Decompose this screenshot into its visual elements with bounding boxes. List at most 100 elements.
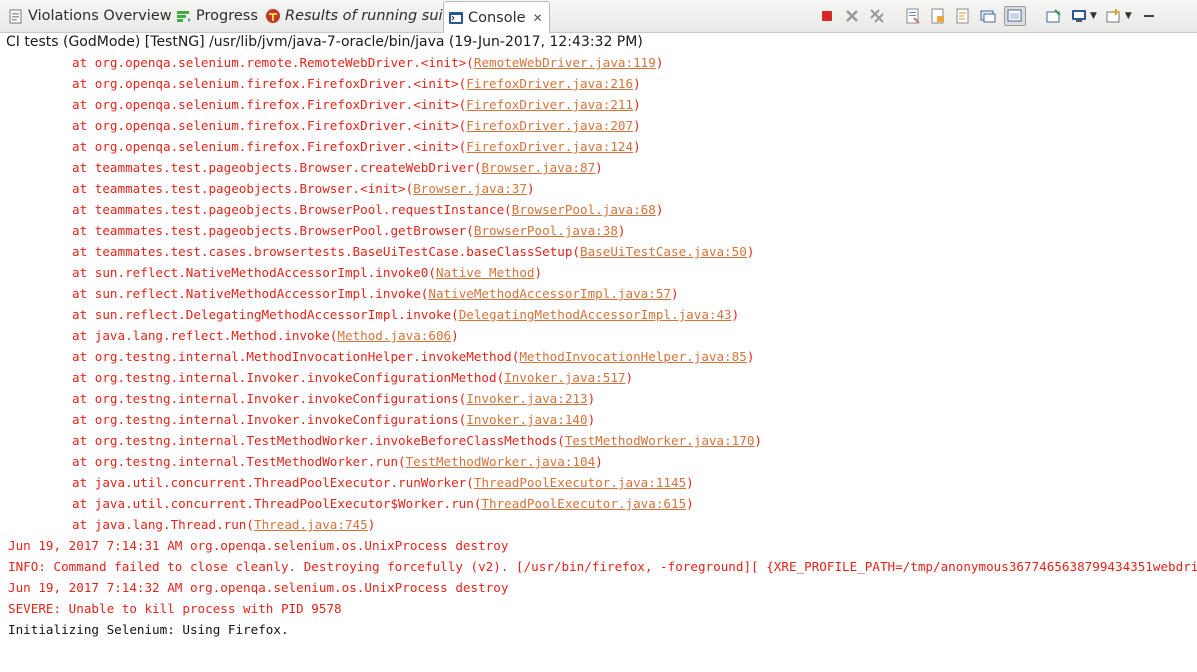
source-link[interactable]: BaseUiTestCase.java:50	[580, 244, 747, 259]
stack-trace-line: at org.testng.internal.Invoker.invokeCon…	[8, 388, 595, 409]
tab-progress[interactable]: Progress	[176, 1, 258, 31]
source-link[interactable]: TestMethodWorker.java:170	[565, 433, 755, 448]
stack-frame-end: )	[617, 223, 626, 238]
stderr-text: INFO: Command failed to close cleanly. D…	[8, 559, 1197, 574]
close-tab-icon[interactable]: ✕	[533, 12, 543, 24]
source-link[interactable]: Invoker.java:213	[466, 391, 587, 406]
word-wrap-icon[interactable]	[954, 7, 972, 25]
stack-trace-line: at org.testng.internal.Invoker.invokeCon…	[8, 409, 595, 430]
stack-frame-text: at teammates.test.pageobjects.BrowserPoo…	[72, 223, 474, 238]
stack-trace-line: at teammates.test.pageobjects.BrowserPoo…	[8, 199, 663, 220]
clear-console-icon[interactable]	[904, 7, 922, 25]
stack-frame-text: at java.util.concurrent.ThreadPoolExecut…	[72, 475, 474, 490]
source-link[interactable]: ThreadPoolExecutor.java:1145	[474, 475, 686, 490]
remove-launch-icon[interactable]	[843, 7, 861, 25]
stack-frame-end: )	[686, 475, 694, 490]
stack-trace-line: at sun.reflect.NativeMethodAccessorImpl.…	[8, 283, 679, 304]
show-on-stdout-icon[interactable]	[979, 7, 997, 25]
stack-frame-end: )	[633, 76, 641, 91]
stack-trace-line: at teammates.test.cases.browsertests.Bas…	[8, 241, 754, 262]
stack-trace-line: at org.testng.internal.TestMethodWorker.…	[8, 430, 762, 451]
tab-console[interactable]: Console ✕	[443, 1, 550, 33]
stack-frame-end: )	[526, 181, 535, 196]
source-link[interactable]: ThreadPoolExecutor.java:615	[481, 496, 686, 511]
stack-trace-line: at java.util.concurrent.ThreadPoolExecut…	[8, 493, 694, 514]
display-selected-console-icon[interactable]	[1070, 7, 1088, 25]
source-link[interactable]: Native Method	[436, 265, 535, 280]
remove-all-launches-icon[interactable]	[868, 7, 886, 25]
source-link[interactable]: FirefoxDriver.java:216	[466, 76, 633, 91]
source-link[interactable]: Invoker.java:517	[504, 370, 625, 385]
stack-frame-end: )	[633, 139, 641, 154]
terminate-icon[interactable]	[818, 7, 836, 25]
chevron-down-icon[interactable]: ▼	[1125, 11, 1132, 21]
stack-frame-text: at org.testng.internal.Invoker.invokeCon…	[72, 370, 505, 385]
stack-frame-text: at org.testng.internal.MethodInvocationH…	[72, 349, 520, 364]
view-menu-icon[interactable]	[1140, 7, 1158, 25]
chevron-down-icon[interactable]: ▼	[1090, 11, 1097, 21]
stack-frame-text: at org.openqa.selenium.firefox.FirefoxDr…	[72, 118, 467, 133]
tab-label: Violations Overview	[28, 8, 172, 24]
stack-frame-text: at org.testng.internal.TestMethodWorker.…	[72, 454, 406, 469]
console-line: Initializing Selenium: Using Firefox.	[8, 619, 289, 640]
source-link[interactable]: FirefoxDriver.java:207	[466, 118, 633, 133]
tab-label: Console	[468, 9, 526, 26]
source-link[interactable]: BrowserPool.java:38	[474, 223, 618, 238]
stack-frame-end: )	[754, 433, 762, 448]
stderr-text: SEVERE: Unable to kill process with PID …	[8, 601, 342, 616]
pin-console-icon[interactable]	[1045, 7, 1063, 25]
scroll-lock-icon[interactable]	[929, 7, 947, 25]
stack-frame-text: at java.util.concurrent.ThreadPoolExecut…	[72, 496, 482, 511]
stack-trace-line: at sun.reflect.DelegatingMethodAccessorI…	[8, 304, 739, 325]
tab-label: Progress	[196, 8, 258, 24]
stack-frame-text: at java.lang.Thread.run(	[72, 517, 254, 532]
stack-trace-line: at teammates.test.pageobjects.Browser.cr…	[8, 157, 603, 178]
source-link[interactable]: Thread.java:745	[254, 517, 368, 532]
console-line: SEVERE: Unable to kill process with PID …	[8, 598, 342, 619]
open-console-icon[interactable]	[1105, 7, 1123, 25]
stack-trace-line: at org.openqa.selenium.firefox.FirefoxDr…	[8, 115, 641, 136]
source-link[interactable]: Method.java:606	[337, 328, 451, 343]
stack-trace-line: at java.lang.reflect.Method.invoke(Metho…	[8, 325, 459, 346]
stack-frame-end: )	[655, 55, 664, 70]
source-link[interactable]: MethodInvocationHelper.java:85	[519, 349, 746, 364]
source-link[interactable]: FirefoxDriver.java:124	[466, 139, 633, 154]
source-link[interactable]: BrowserPool.java:68	[512, 202, 656, 217]
stack-frame-end: )	[633, 97, 641, 112]
stack-frame-text: at org.openqa.selenium.firefox.FirefoxDr…	[72, 76, 467, 91]
stack-trace-line: at teammates.test.pageobjects.Browser.<i…	[8, 178, 535, 199]
stack-frame-text: at teammates.test.pageobjects.Browser.cr…	[72, 160, 482, 175]
source-link[interactable]: Browser.java:37	[413, 181, 527, 196]
stack-trace-line: at org.openqa.selenium.firefox.FirefoxDr…	[8, 94, 641, 115]
console-process-title: CI tests (GodMode) [TestNG] /usr/lib/jvm…	[6, 34, 643, 50]
show-on-stderr-icon[interactable]	[1004, 6, 1026, 26]
source-link[interactable]: RemoteWebDriver.java:119	[474, 55, 656, 70]
source-link[interactable]: FirefoxDriver.java:211	[466, 97, 633, 112]
stack-trace-line: at java.util.concurrent.ThreadPoolExecut…	[8, 472, 694, 493]
stack-frame-end: )	[686, 496, 694, 511]
stack-trace-line: at org.testng.internal.TestMethodWorker.…	[8, 451, 603, 472]
stack-frame-end: )	[367, 517, 376, 532]
source-link[interactable]: DelegatingMethodAccessorImpl.java:43	[459, 307, 732, 322]
console-line: Jun 19, 2017 7:14:32 AM org.openqa.selen…	[8, 577, 508, 598]
stack-frame-end: )	[451, 328, 459, 343]
stack-frame-text: at sun.reflect.NativeMethodAccessorImpl.…	[72, 265, 436, 280]
source-link[interactable]: Invoker.java:140	[466, 412, 587, 427]
tab-results-of-running-suite[interactable]: Results of running suite	[265, 1, 457, 31]
tab-label: Results of running suite	[285, 8, 458, 24]
stack-frame-end: )	[595, 454, 603, 469]
console-output[interactable]: at org.openqa.selenium.remote.RemoteWebD…	[0, 52, 1197, 672]
stack-frame-end: )	[587, 391, 596, 406]
stack-frame-end: )	[655, 202, 664, 217]
stack-frame-end: )	[746, 244, 755, 259]
stack-frame-text: at org.testng.internal.Invoker.invokeCon…	[72, 391, 467, 406]
stack-frame-text: at sun.reflect.DelegatingMethodAccessorI…	[72, 307, 459, 322]
source-link[interactable]: NativeMethodAccessorImpl.java:57	[428, 286, 671, 301]
tab-violations-overview[interactable]: Violations Overview	[8, 1, 172, 31]
stack-frame-end: )	[534, 265, 543, 280]
source-link[interactable]: Browser.java:87	[481, 160, 595, 175]
stack-frame-text: at org.testng.internal.Invoker.invokeCon…	[72, 412, 467, 427]
stack-frame-text: at teammates.test.pageobjects.Browser.<i…	[72, 181, 414, 196]
source-link[interactable]: TestMethodWorker.java:104	[406, 454, 596, 469]
stack-frame-text: at org.openqa.selenium.firefox.FirefoxDr…	[72, 97, 467, 112]
